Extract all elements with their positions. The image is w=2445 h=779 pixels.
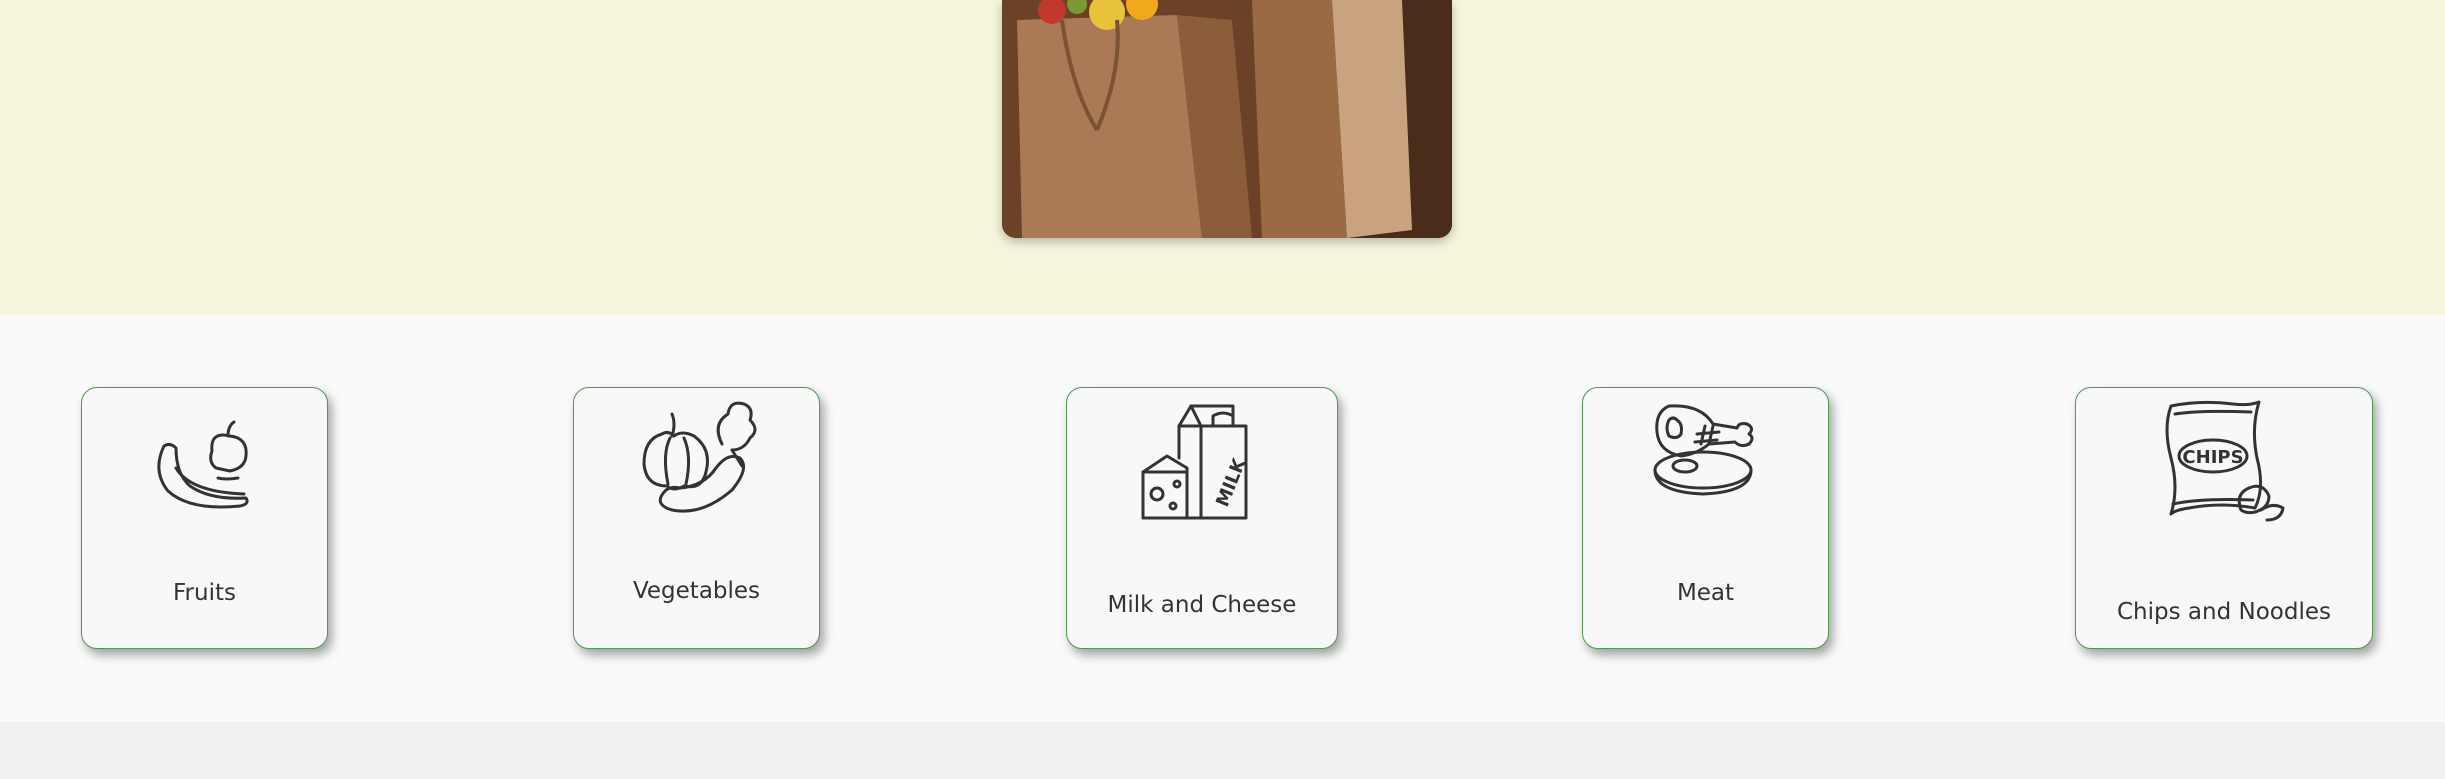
category-label: Vegetables [632,578,761,604]
category-label: Chips and Noodles [2117,599,2331,625]
hero-section [0,0,2445,314]
categories-section: Fruits Vegetables MILK Milk and Cheese M… [0,314,2445,722]
chips-icon: CHIPS [2161,398,2287,526]
meat-icon [1651,396,1761,500]
vegetables-icon [632,394,762,516]
category-card-meat[interactable]: Meat [1582,387,1829,649]
category-card-chips-noodles[interactable]: CHIPS Chips and Noodles [2075,387,2373,649]
milk-cheese-icon: MILK [1137,396,1267,526]
chips-text: CHIPS [2182,447,2243,468]
category-card-milk-cheese[interactable]: MILK Milk and Cheese [1066,387,1338,649]
category-label: Milk and Cheese [1107,592,1297,618]
category-label: Fruits [173,580,236,606]
category-label: Meat [1676,580,1735,606]
category-card-fruits[interactable]: Fruits [81,387,328,649]
grocery-bags-image [1002,0,1452,238]
fruits-icon [150,416,260,516]
footer-band [0,722,2445,779]
category-card-vegetables[interactable]: Vegetables [573,387,820,649]
